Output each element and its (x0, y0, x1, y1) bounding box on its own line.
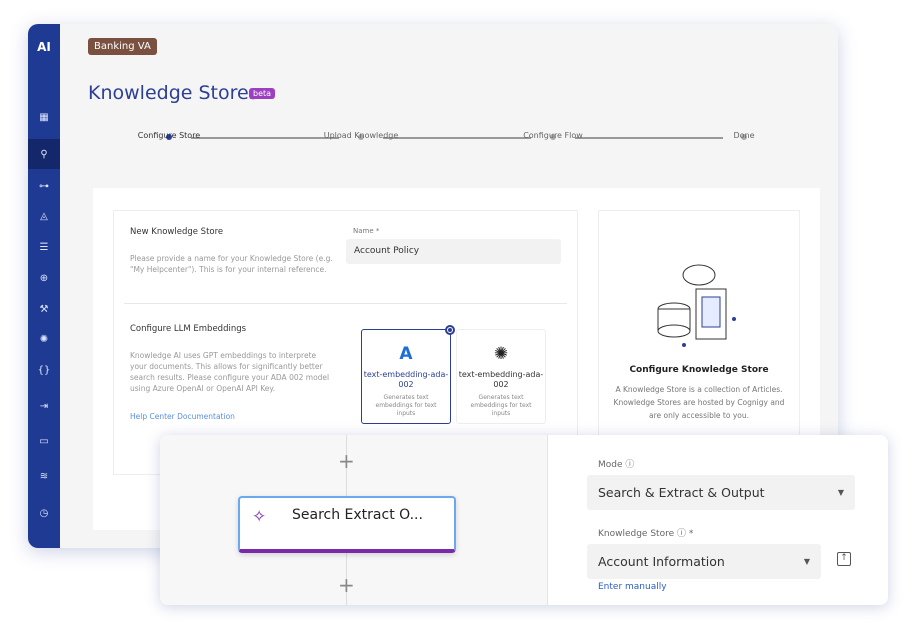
option-name: text-embedding-ada-002 (458, 370, 544, 389)
knowledge-store-select[interactable]: Account Information ▼ (587, 544, 821, 579)
braces-icon[interactable]: {} (28, 355, 60, 385)
chevron-down-icon: ▼ (837, 488, 844, 497)
step-done[interactable]: Done (694, 131, 794, 140)
list-icon[interactable]: ☰ (28, 232, 60, 262)
sidebar: AI ▦ ⚲ ⊶ ◬ ☰ ⊕ ⚒ ✺{} ⇥ ▭ ≋ ◷ (28, 24, 60, 548)
option-name: text-embedding-ada-002 (363, 370, 449, 389)
embedding-option-openai[interactable]: ✺ text-embedding-ada-002 Generates text … (456, 329, 546, 424)
node-label: Search Extract O... (292, 507, 423, 523)
section-desc: Please provide a name for your Knowledge… (130, 254, 333, 274)
chat-icon[interactable]: ▭ (28, 426, 60, 456)
graduation-cap-icon[interactable]: ◬ (28, 201, 60, 231)
divider (124, 303, 567, 304)
database-illustration-icon (657, 264, 736, 347)
clock-icon[interactable]: ◷ (28, 498, 60, 528)
store-value: Account Information (598, 554, 725, 569)
name-label: Name * (353, 227, 380, 235)
lightbulb-icon[interactable]: ✺ (28, 324, 60, 354)
openai-icon: ✺ (493, 344, 509, 364)
store-label-text: Knowledge Store (598, 529, 675, 539)
enter-manually-link[interactable]: Enter manually (598, 582, 667, 592)
name-input[interactable]: Account Policy (346, 239, 561, 264)
section-title: New Knowledge Store (130, 227, 224, 237)
page-title: Knowledge Stores (88, 82, 259, 104)
flow-node-editor: + + ✧ Search Extract O... Mode ⓘ Search … (160, 435, 888, 605)
section-title: Configure LLM Embeddings (130, 324, 247, 334)
azure-icon: A (399, 344, 413, 364)
mode-label: Mode ⓘ (598, 457, 634, 470)
beta-badge: beta (249, 88, 276, 99)
app-logo: AI (37, 40, 51, 54)
open-store-icon[interactable]: ↑ (837, 552, 851, 566)
required-mark: * (688, 529, 694, 539)
mode-label-text: Mode (598, 460, 623, 470)
step-upload-knowledge[interactable]: Upload Knowledge (311, 131, 411, 140)
logout-icon[interactable]: ⇥ (28, 391, 60, 421)
step-configure-flow[interactable]: Configure Flow (503, 131, 603, 140)
info-desc: A Knowledge Store is a collection of Art… (613, 385, 785, 420)
info-icon[interactable]: ⓘ (625, 460, 634, 470)
step-configure-store[interactable]: Configure Store (119, 131, 219, 140)
project-badge[interactable]: Banking VA (88, 38, 157, 55)
wrench-icon[interactable]: ⚒ (28, 294, 60, 324)
search-icon[interactable]: ⚲ (28, 139, 60, 169)
add-node-below-button[interactable]: + (338, 573, 355, 597)
grid-icon[interactable]: ▦ (28, 102, 60, 132)
sitemap-icon[interactable]: ⊶ (28, 171, 60, 201)
info-icon[interactable]: ⓘ (677, 529, 686, 539)
flow-canvas: + + ✧ Search Extract O... (160, 435, 548, 605)
section-desc: Knowledge AI uses GPT embeddings to inte… (130, 351, 330, 393)
sparkles-icon: ✧ (252, 507, 267, 527)
add-node-above-button[interactable]: + (338, 449, 355, 473)
info-title: Configure Knowledge Store (629, 365, 769, 375)
option-desc: Generates text embeddings for text input… (375, 394, 437, 417)
globe-icon[interactable]: ⊕ (28, 263, 60, 293)
radio-selected[interactable] (445, 325, 455, 335)
layers-icon[interactable]: ≋ (28, 461, 60, 491)
option-desc: Generates text embeddings for text input… (470, 394, 532, 417)
mode-select[interactable]: Search & Extract & Output ▼ (587, 475, 855, 510)
help-center-link[interactable]: Help Center Documentation (130, 411, 235, 422)
embedding-option-azure[interactable]: A text-embedding-ada-002 Generates text … (361, 325, 455, 424)
flow-node-search-extract[interactable]: ✧ Search Extract O... (238, 496, 456, 553)
mode-value: Search & Extract & Output (598, 485, 765, 500)
knowledge-store-label: Knowledge Store ⓘ * (598, 526, 693, 539)
info-panel: Configure Knowledge Store A Knowledge St… (598, 210, 800, 440)
chevron-down-icon: ▼ (803, 557, 810, 566)
